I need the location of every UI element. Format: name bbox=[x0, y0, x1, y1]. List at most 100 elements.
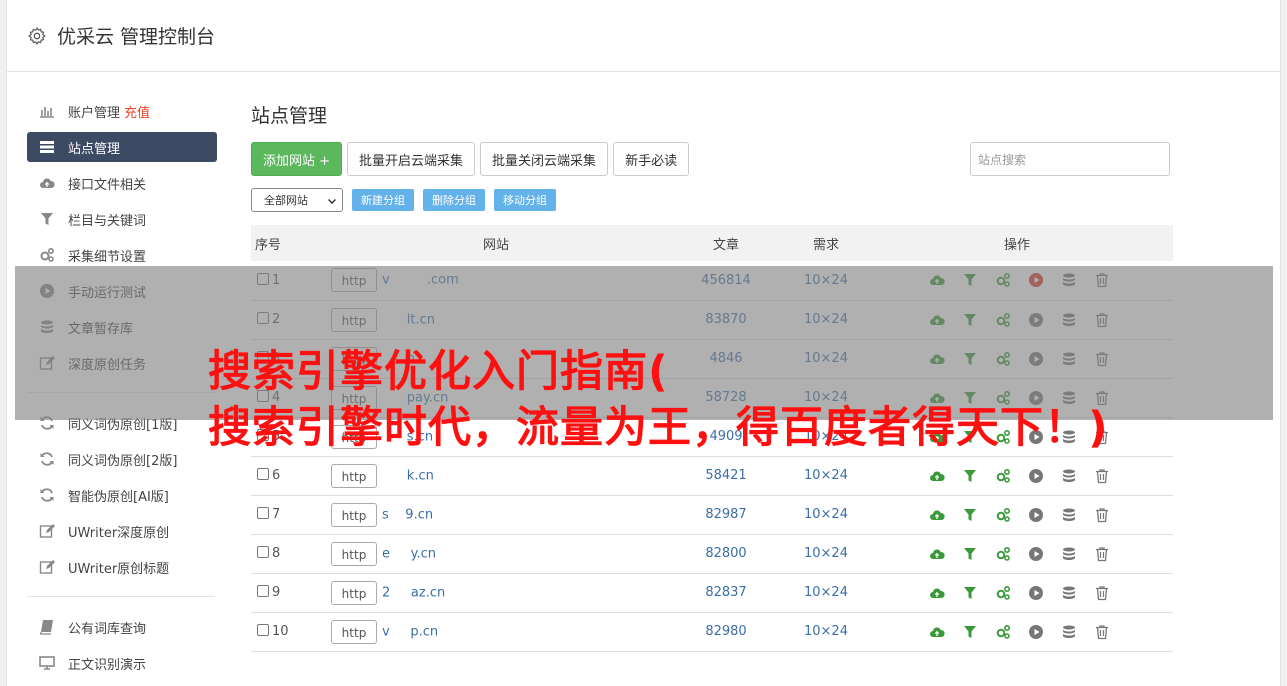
sidebar-item-label: 栏目与关键词 bbox=[68, 213, 147, 229]
cloud-upload-icon[interactable] bbox=[929, 624, 945, 640]
group-row: 全部网站 新建分组 删除分组 移动分组 bbox=[251, 188, 1173, 212]
chevron-down-icon bbox=[328, 196, 336, 204]
article-count[interactable]: 58421 bbox=[661, 456, 791, 495]
database-icon[interactable] bbox=[1061, 624, 1077, 640]
need-value[interactable]: 10×24 bbox=[791, 534, 861, 573]
row-checkbox[interactable] bbox=[257, 546, 269, 558]
server-list-icon bbox=[39, 139, 55, 155]
database-icon[interactable] bbox=[1061, 585, 1077, 601]
cloud-upload-icon[interactable] bbox=[929, 546, 945, 562]
table-row: 10 http v p.cn 82980 10×24 bbox=[251, 612, 1173, 651]
filter-icon[interactable] bbox=[962, 585, 978, 601]
overlay-title: 搜索引擎优化入门指南( 搜索引擎时代，流量为王，得百度者得天下！) bbox=[208, 344, 1109, 456]
play-circle-icon[interactable] bbox=[1028, 468, 1044, 484]
trash-icon[interactable] bbox=[1094, 507, 1110, 523]
beginner-guide-button[interactable]: 新手必读 bbox=[613, 142, 690, 176]
operations-cell bbox=[861, 612, 1173, 651]
article-count[interactable]: 82987 bbox=[661, 495, 791, 534]
sidebar-item-c-0[interactable]: 公有词库查询 bbox=[27, 612, 217, 642]
filter-icon[interactable] bbox=[962, 624, 978, 640]
trash-icon[interactable] bbox=[1094, 624, 1110, 640]
cloud-upload-icon bbox=[39, 175, 55, 191]
sidebar-item-b-4[interactable]: UWriter原创标题 bbox=[27, 552, 217, 582]
gears-icon[interactable] bbox=[995, 468, 1011, 484]
article-count[interactable]: 82980 bbox=[661, 612, 791, 651]
filter-icon[interactable] bbox=[962, 546, 978, 562]
trash-icon[interactable] bbox=[1094, 585, 1110, 601]
gear-icon bbox=[28, 26, 46, 45]
row-checkbox[interactable] bbox=[257, 585, 269, 597]
sidebar-item-a-3[interactable]: 栏目与关键词 bbox=[27, 204, 217, 234]
row-number-cell: 7 bbox=[251, 495, 331, 534]
overlay-line-2: 搜索引擎时代，流量为王，得百度者得天下！) bbox=[208, 403, 1109, 453]
filter-icon[interactable] bbox=[962, 507, 978, 523]
recharge-link[interactable]: 充值 bbox=[124, 102, 150, 121]
gears-icon[interactable] bbox=[995, 585, 1011, 601]
row-checkbox[interactable] bbox=[257, 468, 269, 480]
site-domain-link[interactable]: s 9.cn bbox=[382, 507, 433, 522]
database-icon[interactable] bbox=[1061, 507, 1077, 523]
refresh-icon bbox=[39, 487, 55, 503]
gears-icon[interactable] bbox=[995, 624, 1011, 640]
article-count[interactable]: 82800 bbox=[661, 534, 791, 573]
operations-cell bbox=[861, 456, 1173, 495]
play-circle-icon[interactable] bbox=[1028, 546, 1044, 562]
database-icon[interactable] bbox=[1061, 546, 1077, 562]
site-domain-link[interactable]: e y.cn bbox=[382, 546, 436, 561]
sidebar-item-label: 公有词库查询 bbox=[68, 621, 147, 637]
site-domain-link[interactable]: v p.cn bbox=[382, 624, 438, 639]
sidebar-item-b-2[interactable]: 智能伪原创[AI版] bbox=[27, 480, 217, 510]
need-value[interactable]: 10×24 bbox=[791, 573, 861, 612]
site-search-input[interactable] bbox=[970, 142, 1170, 176]
need-value[interactable]: 10×24 bbox=[791, 612, 861, 651]
add-site-button[interactable]: 添加网站 + bbox=[251, 142, 343, 176]
sidebar-item-b-1[interactable]: 同义词伪原创[2版] bbox=[27, 444, 217, 474]
database-icon[interactable] bbox=[1061, 468, 1077, 484]
site-cell: http v p.cn bbox=[331, 612, 661, 651]
need-value[interactable]: 10×24 bbox=[791, 456, 861, 495]
cloud-upload-icon[interactable] bbox=[929, 507, 945, 523]
header-ops: 操作 bbox=[1003, 237, 1030, 253]
article-count[interactable]: 82837 bbox=[661, 573, 791, 612]
row-number: 6 bbox=[272, 468, 281, 483]
sidebar-item-label: UWriter原创标题 bbox=[68, 561, 170, 577]
row-number: 10 bbox=[272, 624, 289, 639]
play-circle-icon[interactable] bbox=[1028, 624, 1044, 640]
row-number-cell: 8 bbox=[251, 534, 331, 573]
row-number-cell: 9 bbox=[251, 573, 331, 612]
play-circle-icon[interactable] bbox=[1028, 507, 1044, 523]
cloud-upload-icon[interactable] bbox=[929, 585, 945, 601]
overlay-line-1: 搜索引擎优化入门指南( bbox=[208, 347, 669, 397]
gears-icon[interactable] bbox=[995, 546, 1011, 562]
batch-open-cloud-button[interactable]: 批量开启云端采集 bbox=[347, 142, 476, 176]
sidebar-item-a-2[interactable]: 接口文件相关 bbox=[27, 168, 217, 198]
sidebar-item-label: 账户管理 bbox=[68, 105, 121, 121]
delete-group-button[interactable]: 删除分组 bbox=[423, 189, 485, 211]
cloud-upload-icon[interactable] bbox=[929, 468, 945, 484]
row-number: 8 bbox=[272, 546, 281, 561]
play-circle-icon[interactable] bbox=[1028, 585, 1044, 601]
sidebar-item-a-1[interactable]: 站点管理 bbox=[27, 132, 217, 162]
row-checkbox[interactable] bbox=[257, 507, 269, 519]
move-group-button[interactable]: 移动分组 bbox=[494, 189, 556, 211]
row-checkbox[interactable] bbox=[257, 624, 269, 636]
new-group-button[interactable]: 新建分组 bbox=[352, 189, 414, 211]
sidebar-item-c-1[interactable]: 正文识别演示 bbox=[27, 648, 217, 678]
gears-icon[interactable] bbox=[995, 507, 1011, 523]
sidebar-item-b-3[interactable]: UWriter深度原创 bbox=[27, 516, 217, 546]
site-domain-link[interactable]: 2 az.cn bbox=[382, 585, 445, 600]
app-title: 优采云 管理控制台 bbox=[57, 26, 216, 48]
refresh-icon bbox=[39, 451, 55, 467]
page-title: 站点管理 bbox=[251, 105, 328, 127]
site-domain-link[interactable]: k.cn bbox=[382, 468, 434, 483]
need-value[interactable]: 10×24 bbox=[791, 495, 861, 534]
trash-icon[interactable] bbox=[1094, 468, 1110, 484]
group-select[interactable]: 全部网站 bbox=[251, 188, 343, 212]
batch-close-cloud-button[interactable]: 批量关闭云端采集 bbox=[480, 142, 609, 176]
header-no: 序号 bbox=[255, 237, 282, 253]
filter-icon bbox=[39, 211, 55, 227]
edit-icon bbox=[39, 559, 55, 575]
sidebar-item-a-0[interactable]: 账户管理 充值 bbox=[27, 96, 217, 126]
trash-icon[interactable] bbox=[1094, 546, 1110, 562]
filter-icon[interactable] bbox=[962, 468, 978, 484]
